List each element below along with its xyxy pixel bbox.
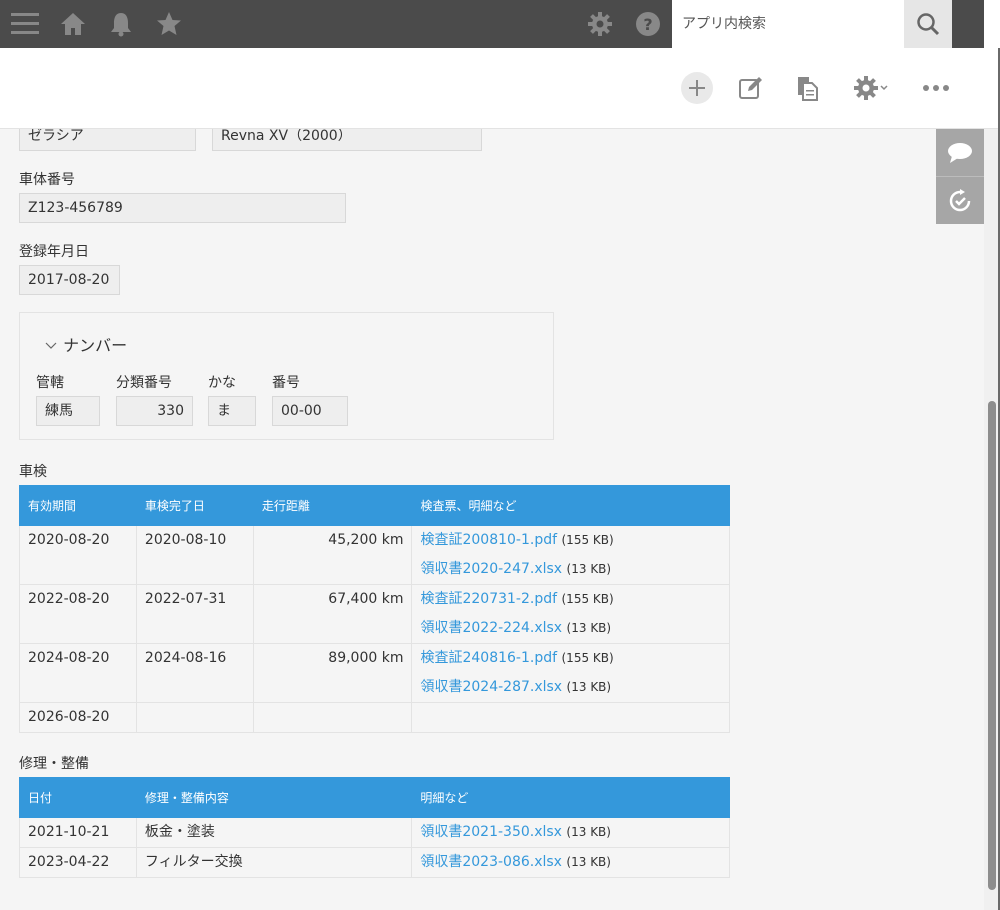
distance: 89,000 km	[328, 650, 404, 666]
table-row: 2020-08-20 2020-08-10 45,200 km 検査証20081…	[19, 525, 730, 585]
distance	[262, 703, 404, 732]
file-size: (13 KB)	[566, 680, 612, 694]
done-date	[145, 703, 245, 732]
more-actions-button[interactable]	[920, 72, 952, 104]
home-icon[interactable]	[57, 8, 89, 40]
done-date: 2024-08-16	[144, 650, 227, 666]
done-date: 2020-08-10	[144, 532, 227, 548]
inspection-header-done: 車検完了日	[135, 485, 254, 526]
chassis-value: Z123-456789	[19, 193, 346, 223]
repair-table-title: 修理・整備	[19, 756, 89, 772]
valid-date: 2024-08-20	[28, 650, 110, 666]
file-link[interactable]: 検査証220731-2.pdf	[420, 591, 557, 607]
settings-icon	[854, 76, 878, 100]
repair-header-files: 明細など	[411, 777, 730, 818]
repair-table: 日付 修理・整備内容 明細など 2021-10-21 板金・塗装 領収書2021…	[19, 777, 730, 878]
edit-icon	[739, 77, 762, 99]
table-row: 2021-10-21 板金・塗装 領収書2021-350.xlsx (13 KB…	[19, 817, 730, 848]
inspection-table-title: 車検	[19, 464, 47, 480]
model-value: Revna XV（2000）	[212, 129, 482, 151]
comment-button[interactable]	[936, 129, 984, 176]
repair-content: フィルター交換	[144, 854, 243, 870]
class-label: 分類番号	[116, 375, 172, 391]
inspection-header-files: 検査票、明細など	[411, 485, 730, 526]
settings-menu-button[interactable]	[847, 72, 895, 104]
inspection-header-distance: 走行距離	[252, 485, 413, 526]
files-cell	[420, 703, 721, 732]
svg-text:?: ?	[643, 15, 652, 34]
help-icon[interactable]: ?	[632, 8, 664, 40]
menu-icon[interactable]	[9, 8, 41, 40]
number-value: 00-00	[272, 396, 348, 426]
copy-icon	[798, 77, 818, 101]
inspection-table: 有効期間 車検完了日 走行距離 検査票、明細など 2020-08-20 2020…	[19, 485, 730, 733]
file-link[interactable]: 領収書2024-287.xlsx	[420, 679, 562, 695]
chevron-down-icon	[45, 342, 57, 349]
valid-date: 2026-08-20	[28, 709, 110, 725]
office-label: 管轄	[36, 375, 64, 391]
chevron-down-icon	[880, 85, 888, 91]
file-size: (13 KB)	[566, 562, 612, 576]
global-header: ?	[0, 0, 1000, 48]
record-toolbar	[0, 48, 1000, 129]
add-icon	[689, 80, 705, 96]
star-icon[interactable]	[153, 8, 185, 40]
valid-date: 2020-08-20	[28, 532, 110, 548]
file-size: (155 KB)	[561, 651, 614, 665]
file-size: (13 KB)	[566, 855, 611, 869]
reg-date-value: 2017-08-20	[19, 265, 120, 295]
number-label: 番号	[272, 375, 300, 391]
bell-icon[interactable]	[105, 8, 137, 40]
edit-record-button[interactable]	[735, 72, 767, 104]
class-value: 330	[116, 396, 193, 426]
add-record-button[interactable]	[681, 72, 713, 104]
scrollbar-thumb[interactable]	[988, 401, 996, 890]
file-link[interactable]: 領収書2020-247.xlsx	[420, 561, 562, 577]
repair-content: 板金・塗装	[144, 824, 215, 840]
plate-group-title: ナンバー	[63, 336, 128, 355]
header-edge	[984, 0, 1000, 48]
kana-value: ま	[208, 396, 256, 426]
repair-header-date: 日付	[19, 777, 137, 818]
copy-record-button[interactable]	[792, 72, 824, 104]
inspection-header-valid: 有効期間	[19, 485, 137, 526]
file-link[interactable]: 領収書2022-224.xlsx	[420, 620, 562, 636]
side-panel	[936, 129, 984, 224]
file-link[interactable]: 領収書2023-086.xlsx	[420, 854, 562, 870]
table-row: 2022-08-20 2022-07-31 67,400 km 検査証22073…	[19, 584, 730, 644]
distance: 67,400 km	[328, 591, 404, 607]
table-row: 2024-08-20 2024-08-16 89,000 km 検査証24081…	[19, 643, 730, 703]
maker-value: ゼラシア	[19, 129, 196, 151]
search-icon	[917, 13, 940, 36]
done-date: 2022-07-31	[144, 591, 227, 607]
file-size: (155 KB)	[561, 533, 614, 547]
file-link[interactable]: 検査証240816-1.pdf	[420, 650, 557, 666]
chassis-label: 車体番号	[19, 172, 75, 188]
history-icon	[949, 188, 971, 211]
reg-date-label: 登録年月日	[19, 244, 89, 260]
kana-label: かな	[208, 375, 236, 391]
search-input[interactable]	[672, 0, 904, 48]
search-button[interactable]	[904, 0, 952, 48]
repair-date: 2021-10-21	[28, 824, 110, 840]
file-size: (13 KB)	[566, 621, 612, 635]
distance: 45,200 km	[328, 532, 404, 548]
office-value: 練馬	[36, 396, 100, 426]
history-button[interactable]	[936, 177, 984, 224]
file-size: (155 KB)	[561, 592, 614, 606]
file-size: (13 KB)	[566, 825, 611, 839]
record-detail: ゼラシア Revna XV（2000） 車体番号 Z123-456789 登録年…	[0, 129, 936, 910]
table-row: 2026-08-20	[19, 702, 730, 733]
file-link[interactable]: 領収書2021-350.xlsx	[420, 824, 562, 840]
repair-date: 2023-04-22	[28, 854, 110, 870]
file-link[interactable]: 検査証200810-1.pdf	[420, 532, 557, 548]
repair-header-content: 修理・整備内容	[135, 777, 413, 818]
comment-icon	[948, 142, 972, 163]
gear-icon[interactable]	[584, 8, 616, 40]
more-icon	[923, 85, 949, 91]
plate-group-toggle[interactable]: ナンバー	[44, 332, 127, 356]
table-row: 2023-04-22 フィルター交換 領収書2023-086.xlsx (13 …	[19, 847, 730, 878]
plate-group: ナンバー 管轄 練馬 分類番号 330 かな ま 番号 00-00	[19, 312, 554, 440]
valid-date: 2022-08-20	[28, 591, 110, 607]
